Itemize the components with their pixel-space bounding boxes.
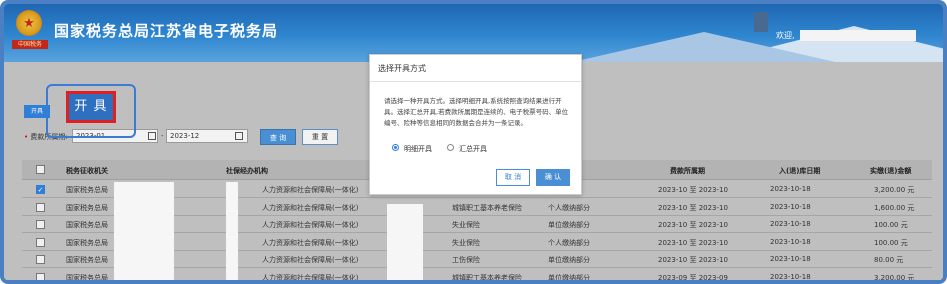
dialog-title: 选择开具方式 (378, 64, 426, 73)
dialog-description: 请选择一种开具方式。选择明细开具,系统按照查询结果进行开具。选择汇总开具,若费款… (384, 97, 569, 127)
insurance-type-cell: 城镇职工基本养老保险 (452, 273, 522, 282)
emblem-caption: 中国税务 (12, 40, 48, 49)
redacted-area (226, 182, 238, 280)
tax-office-cell: 国家税务总局 (66, 221, 108, 229)
tax-office-cell: 国家税务总局 (66, 186, 108, 194)
amount-cell: 100.00 元 (874, 221, 908, 229)
radio-detail-label[interactable]: 明细开具 (404, 144, 432, 154)
row-checkbox[interactable]: ✓ (36, 185, 45, 194)
column-header: 实缴(退)金额 (870, 167, 912, 175)
select-all-checkbox[interactable] (36, 165, 45, 174)
radio-detail[interactable] (392, 144, 399, 151)
social-office-cell: 人力资源和社会保障局(一体化) (262, 203, 359, 212)
social-office-cell: 人力资源和社会保障局(一体化) (262, 186, 359, 194)
insurance-type-cell: 失业保险 (452, 238, 480, 247)
amount-cell: 100.00 元 (874, 238, 908, 247)
amount-cell: 1,600.00 元 (874, 203, 915, 212)
amount-cell: 80.00 元 (874, 256, 904, 264)
payer-cell: 单位缴纳部分 (548, 221, 590, 229)
date-separator: - (161, 132, 164, 140)
query-button[interactable]: 查 询 (260, 129, 296, 145)
tax-office-cell: 国家税务总局 (66, 238, 108, 247)
period-cell: 2023-09 至 2023-09 (658, 273, 728, 282)
row-checkbox[interactable] (36, 237, 45, 247)
amount-cell: 3,200.00 元 (874, 186, 915, 194)
issue-button[interactable]: 开 具 (66, 91, 116, 123)
period-cell: 2023-10 至 2023-10 (658, 238, 728, 247)
calendar-icon[interactable] (235, 132, 243, 140)
redacted-area (114, 182, 174, 280)
confirm-button[interactable]: 确 认 (536, 169, 570, 186)
stock-date-cell: 2023-10-18 (770, 220, 811, 228)
insurance-type-cell: 失业保险 (452, 221, 480, 229)
period-cell: 2023-10 至 2023-10 (658, 186, 728, 194)
amount-cell: 3,200.00 元 (874, 273, 915, 282)
tax-office-cell: 国家税务总局 (66, 203, 108, 212)
radio-summary-label[interactable]: 汇总开具 (459, 144, 487, 154)
row-checkbox[interactable] (36, 202, 45, 212)
app-window: ★ 中国税务 国家税务总局江苏省电子税务局 欢迎, 开具 • 费款所属期: 20… (0, 0, 947, 284)
calendar-icon[interactable] (148, 132, 156, 140)
column-header: 入(退)库日期 (779, 167, 821, 175)
payer-cell: 个人缴纳部分 (548, 238, 590, 247)
great-wall-decoration (754, 12, 768, 32)
social-office-cell: 人力资源和社会保障局(一体化) (262, 256, 359, 264)
row-checkbox[interactable] (36, 272, 45, 280)
dialog-divider (370, 81, 581, 82)
tax-office-cell: 国家税务总局 (66, 273, 108, 282)
stock-date-cell: 2023-10-18 (770, 237, 811, 246)
row-checkbox[interactable] (36, 255, 45, 264)
username-redacted (800, 30, 916, 41)
stock-date-cell: 2023-10-18 (770, 185, 811, 193)
period-cell: 2023-10 至 2023-10 (658, 256, 728, 264)
period-cell: 2023-10 至 2023-10 (658, 221, 728, 229)
radio-summary[interactable] (447, 144, 454, 151)
cancel-button[interactable]: 取 消 (496, 169, 530, 186)
column-header: 社保经办机构 (226, 167, 268, 175)
payer-cell: 单位缴纳部分 (548, 273, 590, 282)
welcome-label: 欢迎, (776, 31, 795, 40)
tax-office-cell: 国家税务总局 (66, 256, 108, 264)
row-checkbox[interactable] (36, 220, 45, 229)
stock-date-cell: 2023-10-18 (770, 272, 811, 281)
stock-date-cell: 2023-10-18 (770, 202, 811, 211)
period-cell: 2023-10 至 2023-10 (658, 203, 728, 212)
insurance-type-cell: 工伤保险 (452, 256, 480, 264)
payer-cell: 个人缴纳部分 (548, 203, 590, 212)
column-header: 税务征收机关 (66, 167, 108, 175)
social-office-cell: 人力资源和社会保障局(一体化) (262, 273, 359, 282)
social-office-cell: 人力资源和社会保障局(一体化) (262, 238, 359, 247)
redacted-area (387, 204, 423, 280)
reset-button[interactable]: 重 置 (302, 129, 338, 145)
column-header: 费款所属期 (670, 167, 705, 175)
stock-date-cell: 2023-10-18 (770, 255, 811, 263)
issue-mode-dialog: 选择开具方式 请选择一种开具方式。选择明细开具,系统按照查询结果进行开具。选择汇… (369, 54, 582, 195)
site-title: 国家税务总局江苏省电子税务局 (54, 22, 279, 40)
tax-emblem-icon: ★ (16, 10, 42, 36)
payer-cell: 单位缴纳部分 (548, 256, 590, 264)
insurance-type-cell: 城镇职工基本养老保险 (452, 203, 522, 212)
social-office-cell: 人力资源和社会保障局(一体化) (262, 221, 359, 229)
